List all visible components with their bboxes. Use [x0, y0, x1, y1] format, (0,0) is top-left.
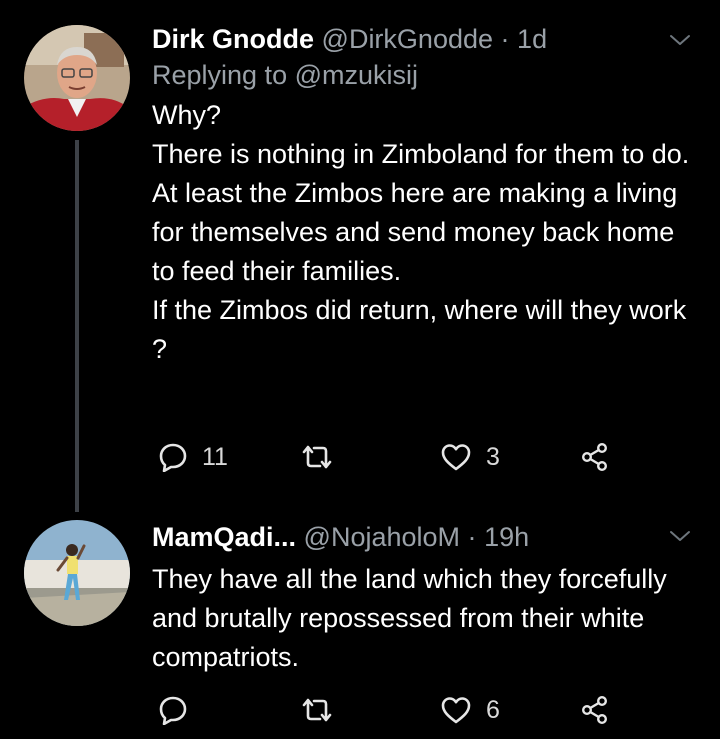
avatar[interactable] — [24, 520, 130, 626]
timestamp[interactable]: 1d — [517, 24, 547, 54]
retweet-icon — [300, 442, 334, 472]
replying-to: Replying to @mzukisij — [152, 58, 698, 92]
tweet[interactable]: Dirk Gnodde @DirkGnodde · 1d Replying to… — [0, 0, 720, 512]
tweet-text: Why? There is nothing in Zimboland for t… — [152, 96, 698, 369]
tweet-content: MamQadi... @NojaholoM · 19h They have al… — [152, 520, 698, 677]
avatar[interactable] — [24, 25, 130, 131]
tweet-header: MamQadi... @NojaholoM · 19h — [152, 520, 698, 554]
tweet-line: At least the Zimbos here are making a li… — [152, 178, 678, 286]
tweet-actions: 6 — [152, 690, 720, 730]
tweet-actions: 11 3 — [152, 437, 720, 477]
reply-count: 11 — [202, 442, 228, 471]
replying-mention[interactable]: @mzukisij — [295, 60, 418, 90]
tweet[interactable]: MamQadi... @NojaholoM · 19h They have al… — [0, 500, 720, 739]
timestamp[interactable]: 19h — [484, 522, 529, 552]
tweet-line: They have all the land which they forcef… — [152, 564, 667, 672]
separator: · — [467, 522, 477, 552]
tweet-line: Why? — [152, 100, 222, 130]
like-count: 3 — [486, 442, 500, 471]
chevron-down-icon[interactable] — [668, 524, 692, 548]
like-button[interactable]: 3 — [440, 437, 500, 477]
thread-line — [75, 140, 79, 512]
share-button[interactable] — [580, 690, 610, 730]
display-name[interactable]: MamQadi... — [152, 522, 296, 552]
share-icon — [580, 442, 610, 472]
reply-icon — [158, 695, 188, 725]
username[interactable]: @NojaholoM — [304, 522, 460, 552]
reply-icon — [158, 442, 188, 472]
replying-prefix: Replying to — [152, 60, 288, 90]
heart-icon — [440, 695, 472, 725]
reply-button[interactable] — [158, 690, 202, 730]
share-icon — [580, 695, 610, 725]
like-button[interactable]: 6 — [440, 690, 500, 730]
heart-icon — [440, 442, 472, 472]
share-button[interactable] — [580, 437, 610, 477]
tweet-text: They have all the land which they forcef… — [152, 560, 698, 677]
retweet-button[interactable] — [300, 690, 348, 730]
like-count: 6 — [486, 695, 500, 724]
tweet-line: If the Zimbos did return, where will the… — [152, 295, 687, 364]
retweet-icon — [300, 695, 334, 725]
separator: · — [500, 24, 510, 54]
display-name[interactable]: Dirk Gnodde — [152, 24, 314, 54]
chevron-down-icon[interactable] — [668, 28, 692, 52]
username[interactable]: @DirkGnodde — [322, 24, 493, 54]
tweet-header: Dirk Gnodde @DirkGnodde · 1d — [152, 22, 698, 56]
tweet-line: There is nothing in Zimboland for them t… — [152, 139, 690, 169]
retweet-button[interactable] — [300, 437, 348, 477]
tweet-content: Dirk Gnodde @DirkGnodde · 1d Replying to… — [152, 22, 698, 369]
reply-button[interactable]: 11 — [158, 437, 228, 477]
